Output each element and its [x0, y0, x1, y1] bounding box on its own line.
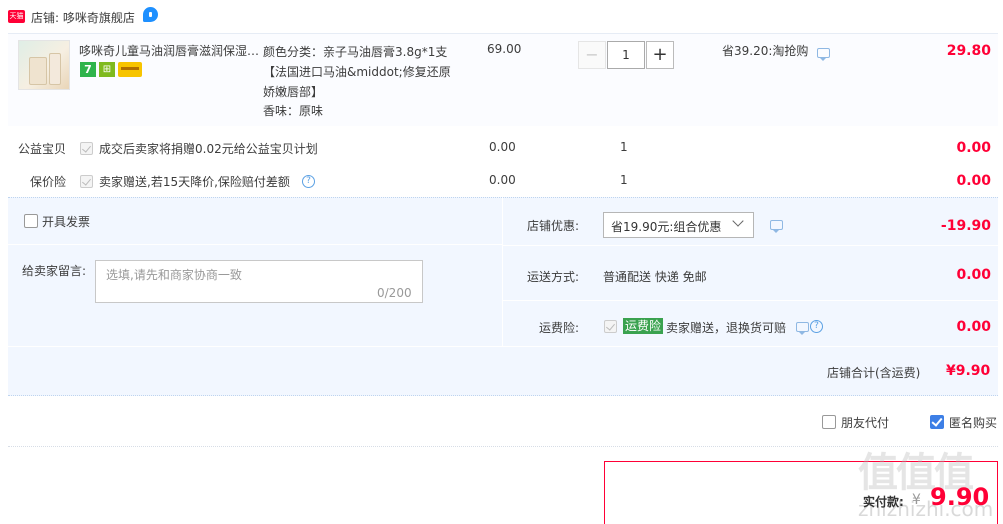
divider	[503, 300, 998, 301]
freight-insurance-text: 卖家赠送，退换货可赔	[666, 321, 787, 335]
sku-description: 颜色分类：亲子马油唇膏3.8g*1支【法国进口马油&middot;修复还原娇嫩唇…	[263, 45, 451, 99]
divider	[8, 446, 998, 447]
price-protection-price: 0.00	[489, 173, 516, 187]
divider	[503, 245, 998, 246]
memo-char-count: 0/200	[377, 286, 412, 300]
discount-value: -19.90	[940, 218, 991, 234]
price-protection-checkbox	[80, 175, 93, 188]
discount-select[interactable]: 省19.90元:组合优惠	[603, 212, 754, 238]
friend-pay-checkbox[interactable]	[822, 415, 836, 429]
credit-card-icon	[118, 62, 142, 77]
anonymous-checkbox[interactable]	[930, 415, 944, 429]
payment-currency: ¥	[912, 492, 921, 508]
flavor-info: 香味：原味	[263, 104, 324, 118]
price-protection-label: 保价险	[29, 175, 66, 189]
price-protection-qty: 1	[620, 173, 628, 187]
price-protection-total: 0.00	[956, 173, 991, 189]
help-icon[interactable]: ?	[810, 320, 823, 333]
discount-label: 店铺优惠:	[526, 219, 579, 233]
shop-total-value: ¥9.90	[946, 363, 991, 379]
memo-placeholder: 选填,请先和商家协商一致	[106, 268, 242, 282]
freight-insurance-label: 运费险:	[538, 321, 579, 335]
charity-text: 成交后卖家将捐赠0.02元给公益宝贝计划	[99, 142, 318, 156]
memo-label: 给卖家留言:	[22, 264, 87, 278]
shipping-method: 普通配送 快递 免邮	[603, 270, 707, 284]
shipping-value: 0.00	[956, 267, 991, 283]
item-title[interactable]: 哆咪奇儿童马油润唇膏滋润保湿…	[79, 42, 259, 59]
invoice-checkbox[interactable]	[24, 214, 38, 228]
price-protection-text: 卖家赠送,若15天降价,保险赔付差额	[99, 175, 290, 189]
quantity-increase-button[interactable]: +	[646, 41, 674, 69]
quantity-decrease-button[interactable]: −	[578, 41, 606, 69]
shop-total-label: 店铺合计(含运费)	[827, 366, 921, 380]
quantity-input[interactable]: 1	[607, 41, 645, 69]
charity-checkbox	[80, 142, 93, 155]
help-icon[interactable]: ?	[302, 175, 315, 188]
message-icon[interactable]	[770, 220, 783, 233]
anonymous-label[interactable]: 匿名购买	[949, 414, 997, 431]
message-icon[interactable]	[817, 48, 830, 61]
charity-total: 0.00	[956, 140, 991, 156]
freight-insurance-checkbox	[604, 320, 617, 333]
promotion-saving: 省39.20:淘抢购	[722, 44, 809, 58]
payment-amount: 9.90	[930, 483, 990, 511]
invoice-label[interactable]: 开具发票	[42, 213, 90, 230]
product-thumbnail[interactable]	[18, 40, 70, 90]
tmall-logo: 天猫	[8, 10, 25, 23]
shipping-label: 运送方式:	[526, 270, 579, 284]
divider	[8, 244, 502, 245]
friend-pay-label[interactable]: 朋友代付	[841, 414, 889, 431]
message-icon[interactable]	[796, 322, 809, 335]
freight-insurance-tag: 运费险	[623, 318, 664, 334]
unit-price: 69.00	[487, 42, 522, 56]
shopping-bag-icon: ⊞	[99, 62, 115, 77]
item-total: 29.80	[946, 43, 991, 59]
divider	[8, 346, 998, 347]
charity-price: 0.00	[489, 140, 516, 154]
freight-insurance-value: 0.00	[956, 319, 991, 335]
shop-name[interactable]: 店铺: 哆咪奇旗舰店	[31, 9, 135, 26]
seven-day-return-icon: 7	[80, 62, 96, 77]
payment-label: 实付款:	[863, 495, 904, 509]
charity-qty: 1	[620, 140, 628, 154]
charity-label: 公益宝贝	[17, 142, 66, 156]
chat-bubble-icon[interactable]	[143, 7, 158, 22]
